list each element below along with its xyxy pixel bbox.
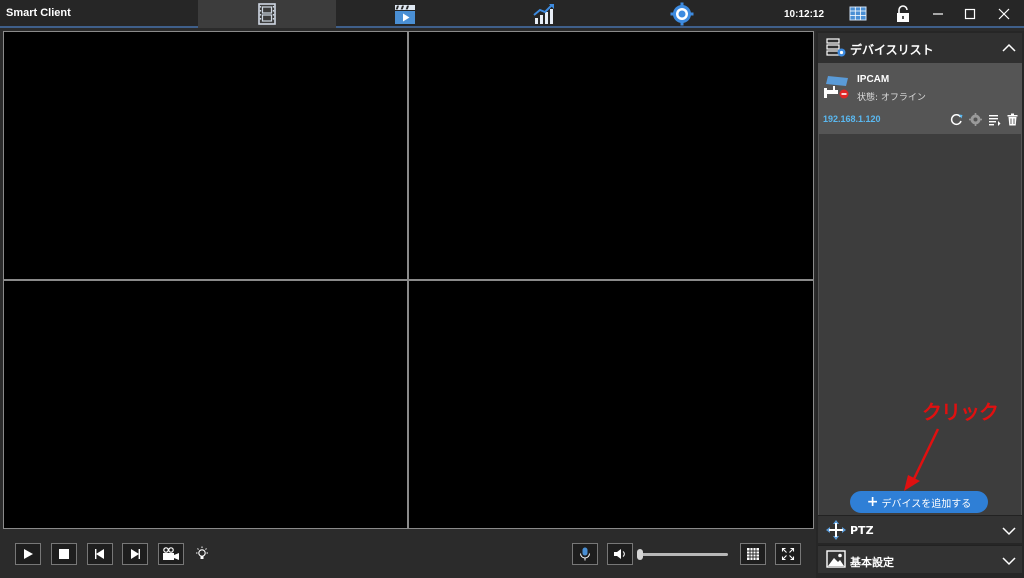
next-frame-icon (131, 549, 140, 559)
light-toggle[interactable] (195, 546, 209, 566)
right-panel: デバイスリスト IPCAM 状態: オフライン 192.168.1.120 + … (816, 31, 1024, 578)
title-bar: Smart Client 10:12:12 (0, 0, 1024, 28)
stop-icon (59, 549, 69, 559)
device-ip-address: 192.168.1.120 (823, 114, 881, 124)
prev-frame-button[interactable] (87, 543, 113, 565)
video-pane-3[interactable] (4, 281, 407, 528)
ip-camera-offline-icon (824, 76, 849, 99)
delete-device-button[interactable] (1005, 112, 1019, 126)
chevron-down-icon[interactable] (1002, 526, 1016, 536)
light-bulb-icon (196, 546, 208, 559)
minimize-button[interactable] (928, 4, 948, 24)
section-basic-settings[interactable]: 基本設定 (818, 545, 1022, 573)
prev-frame-icon (95, 549, 104, 559)
device-list-icon (826, 38, 846, 57)
device-settings-button[interactable] (968, 112, 982, 126)
microphone-button[interactable] (572, 543, 598, 565)
speaker-button[interactable] (607, 543, 633, 565)
video-pane-2[interactable] (409, 32, 813, 279)
screen-layout-icon (849, 6, 867, 21)
statistics-chart-icon (533, 4, 554, 24)
tab-settings[interactable] (613, 0, 751, 28)
device-name: IPCAM (857, 74, 890, 85)
image-settings-icon (826, 550, 846, 568)
video-pane-1[interactable] (4, 32, 407, 279)
record-button[interactable] (158, 543, 184, 565)
device-list-header[interactable]: デバイスリスト (818, 33, 1022, 63)
grid-layout-icon (747, 548, 759, 560)
volume-slider-handle[interactable] (637, 549, 643, 560)
screen-layout-button[interactable] (848, 4, 868, 24)
lock-button[interactable] (893, 4, 913, 24)
tab-live-view[interactable] (198, 0, 336, 28)
speaker-icon (614, 549, 625, 559)
device-details-button[interactable] (987, 112, 1001, 126)
film-strip-icon (258, 3, 276, 25)
close-icon (998, 8, 1010, 20)
play-button[interactable] (15, 543, 41, 565)
annotation-click-label: クリック (922, 400, 999, 424)
record-camera-icon (163, 547, 179, 560)
plus-icon: + (866, 494, 879, 510)
stop-button[interactable] (51, 543, 77, 565)
next-frame-button[interactable] (122, 543, 148, 565)
ptz-move-icon (826, 520, 846, 540)
playback-icon (395, 5, 415, 24)
fullscreen-icon (781, 547, 795, 561)
volume-slider[interactable] (640, 553, 728, 556)
play-icon (24, 549, 33, 559)
section-basic-settings-label: 基本設定 (850, 556, 894, 569)
device-status: 状態: オフライン (857, 93, 926, 103)
app-title: Smart Client (6, 7, 71, 19)
annotation-arrow (904, 428, 940, 491)
close-button[interactable] (994, 4, 1014, 24)
tab-playback[interactable] (336, 0, 474, 28)
chevron-up-icon[interactable] (1002, 43, 1016, 53)
settings-gear-icon (670, 2, 694, 26)
maximize-icon (964, 8, 976, 20)
microphone-icon (580, 547, 590, 561)
tab-statistics[interactable] (475, 0, 613, 28)
clock-display: 10:12:12 (784, 9, 825, 20)
details-list-icon (988, 114, 1000, 126)
section-ptz[interactable]: PTZ (818, 515, 1022, 543)
unlock-icon (897, 5, 909, 22)
fullscreen-button[interactable] (775, 543, 801, 565)
grid-divider-horizontal (4, 279, 813, 281)
delete-trash-icon (1007, 113, 1017, 125)
maximize-button[interactable] (960, 4, 980, 24)
minimize-icon (933, 13, 943, 15)
video-grid (3, 31, 814, 529)
device-card[interactable]: IPCAM 状態: オフライン 192.168.1.120 (819, 64, 1021, 134)
refresh-icon (950, 113, 962, 125)
smart-client-window: Smart Client 10:12:12 デバイスリスト IPCAM 状態: … (0, 0, 1024, 578)
grid-layout-button[interactable] (740, 543, 766, 565)
refresh-device-button[interactable] (949, 112, 963, 126)
device-list-title: デバイスリスト (850, 43, 934, 57)
add-device-label: デバイスを追加する (881, 498, 972, 510)
playback-toolbar (0, 530, 816, 578)
section-ptz-label: PTZ (850, 524, 874, 537)
chevron-down-icon[interactable] (1002, 556, 1016, 566)
video-pane-4[interactable] (409, 281, 813, 528)
device-settings-icon (968, 112, 982, 126)
